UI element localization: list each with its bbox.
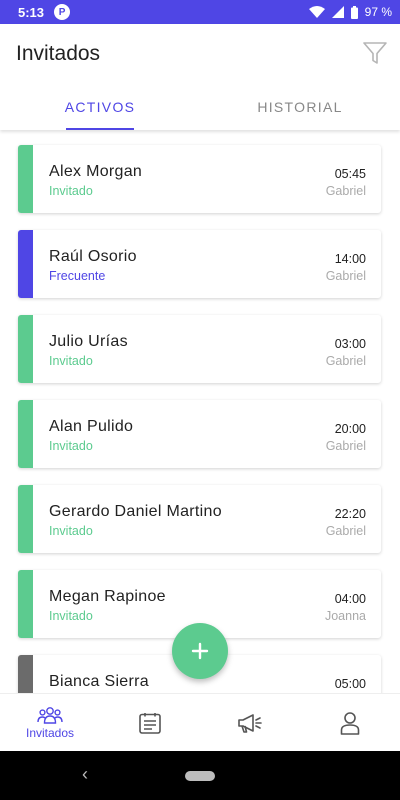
guest-host: Gabriel bbox=[325, 439, 366, 453]
person-icon bbox=[340, 711, 360, 735]
guest-time: 14:00 bbox=[334, 252, 366, 266]
guest-time: 03:00 bbox=[334, 337, 366, 351]
people-icon bbox=[37, 706, 63, 724]
guest-type: Frecuente bbox=[49, 269, 106, 283]
bottom-nav: Invitados bbox=[0, 693, 400, 751]
nav-invitados[interactable]: Invitados bbox=[0, 694, 100, 751]
guest-type: Invitado bbox=[49, 609, 93, 623]
guest-type-stripe bbox=[18, 655, 33, 693]
guest-type-stripe bbox=[18, 570, 33, 638]
tab-historial[interactable]: HISTORIAL bbox=[200, 92, 400, 130]
calendar-list-icon bbox=[139, 712, 161, 734]
guest-host: Gabriel bbox=[325, 269, 366, 283]
guest-host: Gabriel bbox=[325, 524, 366, 538]
guest-list[interactable]: Alex Morgan Invitado 05:45 Gabriel Raúl Osor… bbox=[0, 130, 400, 693]
nav-profile[interactable] bbox=[300, 694, 400, 751]
nav-announcements[interactable] bbox=[200, 694, 300, 751]
system-nav-bar: ‹ bbox=[0, 751, 400, 800]
tab-activos[interactable]: ACTIVOS bbox=[0, 92, 200, 130]
guest-name: Megan Rapinoe bbox=[49, 588, 166, 605]
status-bar: 5:13 P 97 % bbox=[0, 0, 400, 24]
battery-icon bbox=[350, 5, 358, 19]
tab-bar: ACTIVOS HISTORIAL bbox=[0, 92, 400, 130]
guest-name: Gerardo Daniel Martino bbox=[49, 503, 222, 520]
guest-type: Invitado bbox=[49, 524, 93, 538]
page-title: Invitados bbox=[16, 42, 101, 65]
guest-time: 22:20 bbox=[334, 507, 366, 521]
guest-type: Invitado bbox=[49, 354, 93, 368]
guest-card[interactable]: Alan Pulido Invitado 20:00 Gabriel bbox=[18, 400, 381, 468]
status-time: 5:13 bbox=[18, 4, 45, 20]
add-guest-button[interactable] bbox=[172, 623, 228, 679]
guest-type-stripe bbox=[18, 230, 33, 298]
home-pill[interactable] bbox=[185, 771, 215, 781]
signal-icon bbox=[331, 6, 344, 18]
guest-type: Invitado bbox=[49, 439, 93, 453]
nav-invitados-label: Invitados bbox=[25, 725, 75, 740]
guest-type-stripe bbox=[18, 400, 33, 468]
guest-card[interactable]: Gerardo Daniel Martino Invitado 22:20 Gabri… bbox=[18, 485, 381, 553]
guest-host: Gabriel bbox=[325, 354, 366, 368]
app-header: Invitados ACTIVOS HISTORIAL bbox=[0, 24, 400, 130]
guest-card[interactable]: Raúl Osorio Frecuente 14:00 Gabriel bbox=[18, 230, 381, 298]
guest-time: 20:00 bbox=[334, 422, 366, 436]
guest-card[interactable]: Alex Morgan Invitado 05:45 Gabriel bbox=[18, 145, 381, 213]
guest-name: Alex Morgan bbox=[49, 163, 143, 180]
guest-host: Joanna bbox=[324, 609, 366, 623]
filter-button[interactable] bbox=[360, 38, 390, 68]
filter-icon bbox=[363, 42, 387, 64]
guest-name: Bianca Sierra bbox=[49, 673, 149, 690]
guest-host: Gabriel bbox=[325, 184, 366, 198]
guest-card[interactable]: Julio Urías Invitado 03:00 Gabriel bbox=[18, 315, 381, 383]
guest-name: Raúl Osorio bbox=[49, 248, 137, 265]
guest-name: Alan Pulido bbox=[49, 418, 134, 435]
nav-calendar[interactable] bbox=[100, 694, 200, 751]
battery-percentage: 97 % bbox=[364, 5, 392, 19]
guest-time: 04:00 bbox=[334, 592, 366, 606]
guest-type: Invitado bbox=[49, 184, 93, 198]
app-notification-icon: P bbox=[54, 4, 71, 20]
back-icon[interactable]: ‹ bbox=[82, 764, 88, 785]
wifi-icon bbox=[308, 6, 325, 18]
guest-type-stripe bbox=[18, 145, 33, 213]
guest-name: Julio Urías bbox=[49, 333, 128, 350]
guest-time: 05:45 bbox=[334, 167, 366, 181]
guest-time: 05:00 bbox=[334, 677, 366, 691]
plus-icon bbox=[191, 642, 209, 660]
status-icons: 97 % bbox=[308, 5, 392, 19]
guest-type-stripe bbox=[18, 315, 33, 383]
guest-type-stripe bbox=[18, 485, 33, 553]
megaphone-icon bbox=[238, 713, 262, 733]
